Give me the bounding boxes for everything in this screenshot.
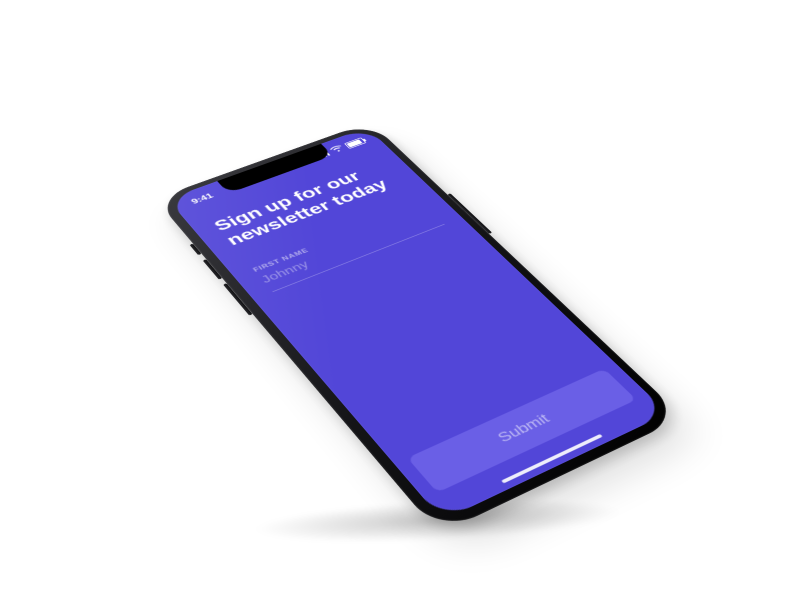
phone-screen: 9:41 Sign up for our newslett — [167, 127, 668, 520]
wifi-icon — [329, 144, 346, 154]
volume-up-button — [203, 259, 223, 280]
mute-switch — [189, 244, 201, 256]
phone-device-frame: 9:41 Sign up for our newslett — [155, 122, 684, 534]
status-time: 9:41 — [189, 192, 215, 206]
battery-icon — [344, 137, 366, 148]
